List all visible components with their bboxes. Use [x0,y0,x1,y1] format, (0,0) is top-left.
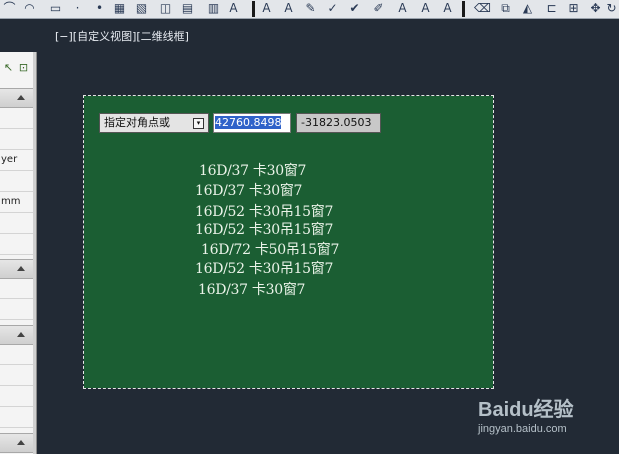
toolbar-divider [462,1,465,17]
property-row-units[interactable]: mm [0,192,33,213]
chevron-down-icon[interactable]: ▾ [193,118,204,129]
text-justify-icon[interactable]: A [418,1,433,16]
copy-tool-icon[interactable]: ⧉ [498,1,513,16]
polyline-tool-icon[interactable]: ⌒ [2,1,17,16]
command-prompt-tooltip: 指定对角点或 ▾ [99,113,209,133]
property-row-layer[interactable]: yer [0,150,33,171]
quick-select-icon[interactable]: ⊡ [17,60,30,76]
text-scale-icon[interactable]: A [395,1,410,16]
property-row[interactable] [0,386,33,407]
drawing-text[interactable]: 16D/37 卡30窗7 [198,279,305,299]
toolbar: ⌒ ◠ ▭ · • ▦ ▧ ◫ ▤ ▥ A A A ✎ ✓ ✔ ✐ A A A … [0,0,619,19]
array-tool-icon[interactable]: ⊞ [566,1,581,16]
toolbar-divider [252,1,255,17]
property-row[interactable] [0,129,33,150]
property-row[interactable] [0,171,33,192]
viewport-controls-label[interactable]: [−][自定义视图][二维线框] [55,28,189,44]
watermark-logo: Baidu经验 [478,399,574,421]
palette-scrollbar[interactable] [33,52,36,454]
rotate-tool-icon[interactable]: ↻ [604,1,619,16]
drawing-text[interactable]: 16D/72 卡50吊15窗7 [201,239,339,259]
region-tool-icon[interactable]: ◫ [158,1,173,16]
x-coordinate-input[interactable]: 42760.8498 [213,113,291,133]
section-header-general[interactable] [0,88,33,108]
drawing-text[interactable]: 16D/52 卡30吊15窗7 [195,201,333,221]
text-style-icon[interactable]: A [259,1,274,16]
drawing-text[interactable]: 16D/52 卡30吊15窗7 [195,258,333,278]
property-row[interactable] [0,344,33,365]
check-icon[interactable]: ✔ [347,1,362,16]
drawing-text[interactable]: 16D/37 卡30窗7 [195,180,302,200]
section-header-geometry[interactable] [0,325,33,345]
watermark: Baidu经验 jingyan.baidu.com [478,393,608,443]
palette-toolbar: ↖ ⊡ [0,58,33,80]
single-line-text-icon[interactable]: A [281,1,296,16]
property-row[interactable] [0,108,33,129]
find-replace-icon[interactable]: ✐ [371,1,386,16]
gradient-tool-icon[interactable]: ▧ [134,1,149,16]
mirror-tool-icon[interactable]: ◭ [520,1,535,16]
property-row[interactable] [0,365,33,386]
multiline-text-icon[interactable]: A [226,1,241,16]
property-row[interactable] [0,407,33,428]
text-convert-icon[interactable]: A [440,1,455,16]
erase-tool-icon[interactable]: ⌫ [474,1,491,16]
table-edit-icon[interactable]: ▥ [206,1,221,16]
drawing-text[interactable]: 16D/37 卡30窗7 [199,160,306,180]
section-header-misc[interactable] [0,433,33,453]
point-tool-icon[interactable]: · [70,1,85,16]
edit-text-icon[interactable]: ✎ [303,1,318,16]
property-row[interactable] [0,234,33,255]
property-row[interactable] [0,278,33,299]
spell-check-icon[interactable]: ✓ [325,1,340,16]
select-objects-icon[interactable]: ↖ [2,60,15,76]
property-row[interactable] [0,213,33,234]
properties-palette: ↖ ⊡ yer mm [0,52,37,454]
command-prompt-text: 指定对角点或 [104,116,170,129]
rectangle-tool-icon[interactable]: ▭ [48,1,63,16]
arc-tool-icon[interactable]: ◠ [22,1,37,16]
hatch-tool-icon[interactable]: ▦ [112,1,127,16]
property-row[interactable] [0,299,33,320]
move-tool-icon[interactable]: ✥ [588,1,603,16]
offset-tool-icon[interactable]: ⊏ [544,1,559,16]
section-header-3d[interactable] [0,259,33,279]
drawing-text[interactable]: 16D/52 卡30吊15窗7 [195,219,333,239]
x-coordinate-value: 42760.8498 [215,116,282,129]
table-tool-icon[interactable]: ▤ [180,1,195,16]
dot-tool-icon[interactable]: • [92,1,107,16]
y-coordinate-input[interactable]: -31823.0503 [296,113,381,133]
watermark-url: jingyan.baidu.com [478,423,567,435]
